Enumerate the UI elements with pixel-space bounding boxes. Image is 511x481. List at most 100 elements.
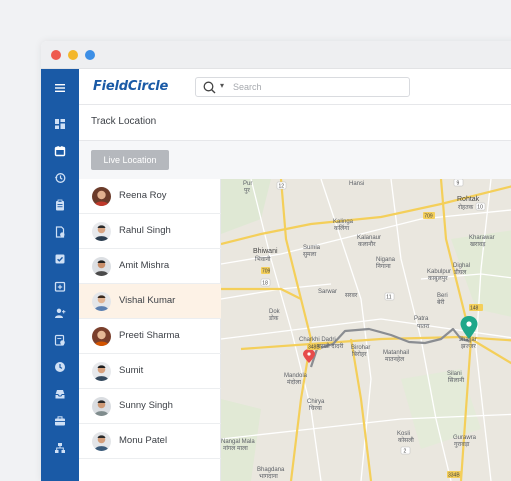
map-label: Pur xyxy=(243,181,252,187)
svg-text:Chirya: Chirya xyxy=(307,399,325,405)
person-name: Reena Roy xyxy=(119,190,167,201)
svg-text:Gurawra: Gurawra xyxy=(453,435,477,441)
maximize-window-button[interactable] xyxy=(85,50,95,60)
inbox-icon[interactable] xyxy=(53,387,67,401)
person-name: Amit Mishra xyxy=(119,260,170,271)
svg-text:Dok: Dok xyxy=(269,309,281,315)
svg-text:334B: 334B xyxy=(448,473,460,479)
svg-text:Kalinga: Kalinga xyxy=(333,219,354,225)
svg-text:डोक: डोक xyxy=(268,314,279,322)
map-canvas[interactable]: 12 709 9 10 709 18 348B 11 148 2 334B Pu… xyxy=(221,179,511,481)
live-location-button[interactable]: Live Location xyxy=(91,150,169,170)
svg-text:रोहतक: रोहतक xyxy=(458,203,474,211)
dashboard-icon[interactable] xyxy=(53,117,67,131)
clock-icon[interactable] xyxy=(53,360,67,374)
svg-text:बिरोहर: बिरोहर xyxy=(352,350,367,358)
briefcase-icon[interactable] xyxy=(53,414,67,428)
svg-text:11: 11 xyxy=(386,295,391,301)
people-list-item[interactable]: Rahul Singh xyxy=(79,214,221,249)
people-list-item[interactable]: Amit Mishra xyxy=(79,249,221,284)
document-icon[interactable] xyxy=(53,225,67,239)
svg-text:सुमला: सुमला xyxy=(303,252,317,258)
svg-text:Nigana: Nigana xyxy=(376,257,396,263)
avatar xyxy=(92,257,111,276)
svg-text:चिरया: चिरया xyxy=(309,404,322,412)
calendar-plus-icon[interactable] xyxy=(53,279,67,293)
history-icon[interactable] xyxy=(53,171,67,185)
svg-text:नांगल माला: नांगल माला xyxy=(223,445,248,452)
search-icon xyxy=(203,81,216,94)
avatar xyxy=(92,432,111,451)
map-view[interactable]: 12 709 9 10 709 18 348B 11 148 2 334B Pu… xyxy=(221,179,511,481)
avatar xyxy=(92,397,111,416)
svg-text:Beri: Beri xyxy=(437,293,448,299)
person-name: Rahul Singh xyxy=(119,225,171,236)
people-list-item[interactable]: Sumit xyxy=(79,354,221,389)
report-icon[interactable] xyxy=(53,333,67,347)
menu-icon[interactable] xyxy=(53,81,67,95)
svg-text:भिवानी: भिवानी xyxy=(255,255,271,263)
svg-text:खरावड़: खरावड़ xyxy=(470,242,486,248)
svg-text:पुर: पुर xyxy=(244,188,250,194)
search-filter-dropdown-icon[interactable]: ▾ xyxy=(220,81,224,90)
svg-text:Sarwar: Sarwar xyxy=(318,289,337,295)
svg-text:Jhajjar: Jhajjar xyxy=(459,337,477,343)
svg-text:9: 9 xyxy=(457,181,460,187)
avatar xyxy=(92,187,111,206)
people-list-item[interactable]: Sunny Singh xyxy=(79,389,221,424)
svg-text:Bhagdana: Bhagdana xyxy=(257,467,285,473)
sidebar xyxy=(41,69,79,481)
hierarchy-icon[interactable] xyxy=(53,441,67,455)
avatar xyxy=(92,222,111,241)
top-bar: FieldCircle ▾ xyxy=(79,69,511,105)
svg-text:बेरी: बेरी xyxy=(437,298,445,306)
svg-text:Charkhi Dadri: Charkhi Dadri xyxy=(299,337,336,343)
svg-text:Kharawar: Kharawar xyxy=(469,235,495,241)
people-list-item[interactable]: Preeti Sharma xyxy=(79,319,221,354)
svg-text:सिलानी: सिलानी xyxy=(448,376,465,384)
svg-text:कलिंगा: कलिंगा xyxy=(334,224,350,232)
svg-text:10: 10 xyxy=(477,205,483,211)
people-list-item[interactable]: Monu Patel xyxy=(79,424,221,459)
svg-text:पातरा: पातरा xyxy=(417,324,430,330)
person-name: Vishal Kumar xyxy=(119,295,176,306)
svg-text:निगाना: निगाना xyxy=(376,262,391,270)
people-list-item[interactable]: Reena Roy xyxy=(79,179,221,214)
checklist-icon[interactable] xyxy=(53,252,67,266)
svg-text:चरखी दादरी: चरखी दादरी xyxy=(317,342,344,350)
svg-text:काबुलपुर: काबुलपुर xyxy=(428,276,448,282)
search-input[interactable] xyxy=(233,80,403,94)
avatar xyxy=(92,327,111,346)
svg-text:Patra: Patra xyxy=(414,316,429,322)
svg-text:Silani: Silani xyxy=(447,371,462,377)
svg-text:2: 2 xyxy=(404,449,407,455)
avatar xyxy=(92,362,111,381)
clipboard-icon[interactable] xyxy=(53,198,67,212)
svg-text:झज्जर: झज्जर xyxy=(461,344,476,350)
svg-text:Bhiwani: Bhiwani xyxy=(253,248,278,255)
user-add-icon[interactable] xyxy=(53,306,67,320)
svg-text:709: 709 xyxy=(424,214,433,220)
svg-text:Rohtak: Rohtak xyxy=(457,196,480,203)
svg-text:18: 18 xyxy=(262,281,268,287)
people-list-item-selected[interactable]: Vishal Kumar xyxy=(79,284,221,319)
search-box[interactable]: ▾ xyxy=(195,77,410,97)
svg-text:भागदाना: भागदाना xyxy=(259,474,278,480)
person-name: Sunny Singh xyxy=(119,400,173,411)
svg-text:148: 148 xyxy=(470,306,479,312)
page-title: Track Location xyxy=(91,116,157,127)
svg-text:Kalanaur: Kalanaur xyxy=(357,235,381,241)
fieldcircle-logo[interactable]: FieldCircle xyxy=(93,79,168,94)
svg-text:12: 12 xyxy=(279,184,285,190)
page-header: Track Location xyxy=(79,105,511,141)
toolbar: Live Location xyxy=(79,141,511,179)
close-window-button[interactable] xyxy=(51,50,61,60)
svg-text:Mandola: Mandola xyxy=(284,373,308,379)
logo-text: FieldCircle xyxy=(93,79,169,94)
svg-text:कलानौर: कलानौर xyxy=(358,240,376,248)
calendar-icon[interactable] xyxy=(53,144,67,158)
minimize-window-button[interactable] xyxy=(68,50,78,60)
svg-text:Kosli: Kosli xyxy=(397,431,410,437)
svg-text:Sumla: Sumla xyxy=(303,245,321,251)
svg-text:मंदोला: मंदोला xyxy=(287,378,301,386)
